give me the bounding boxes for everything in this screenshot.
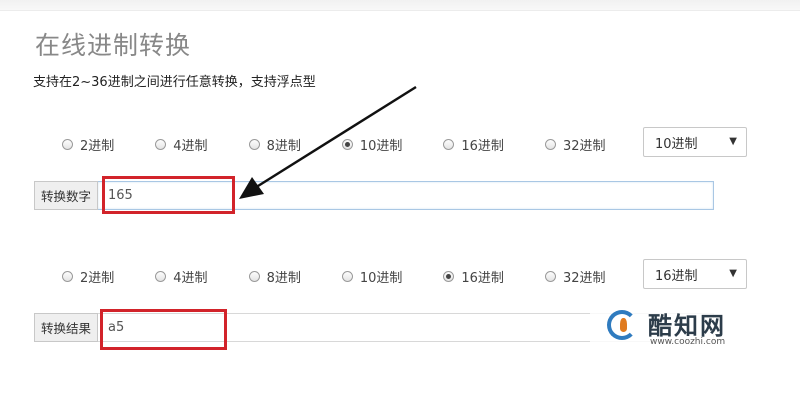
watermark-url: www.coozhi.com [650, 337, 726, 347]
watermark-name: 酷知网 [648, 312, 726, 340]
arrow-shaft [257, 85, 417, 188]
arrow-head [239, 177, 264, 199]
watermark-logo: 酷知网 www.coozhi.com [590, 293, 790, 359]
brand-logo-icon [607, 310, 637, 340]
